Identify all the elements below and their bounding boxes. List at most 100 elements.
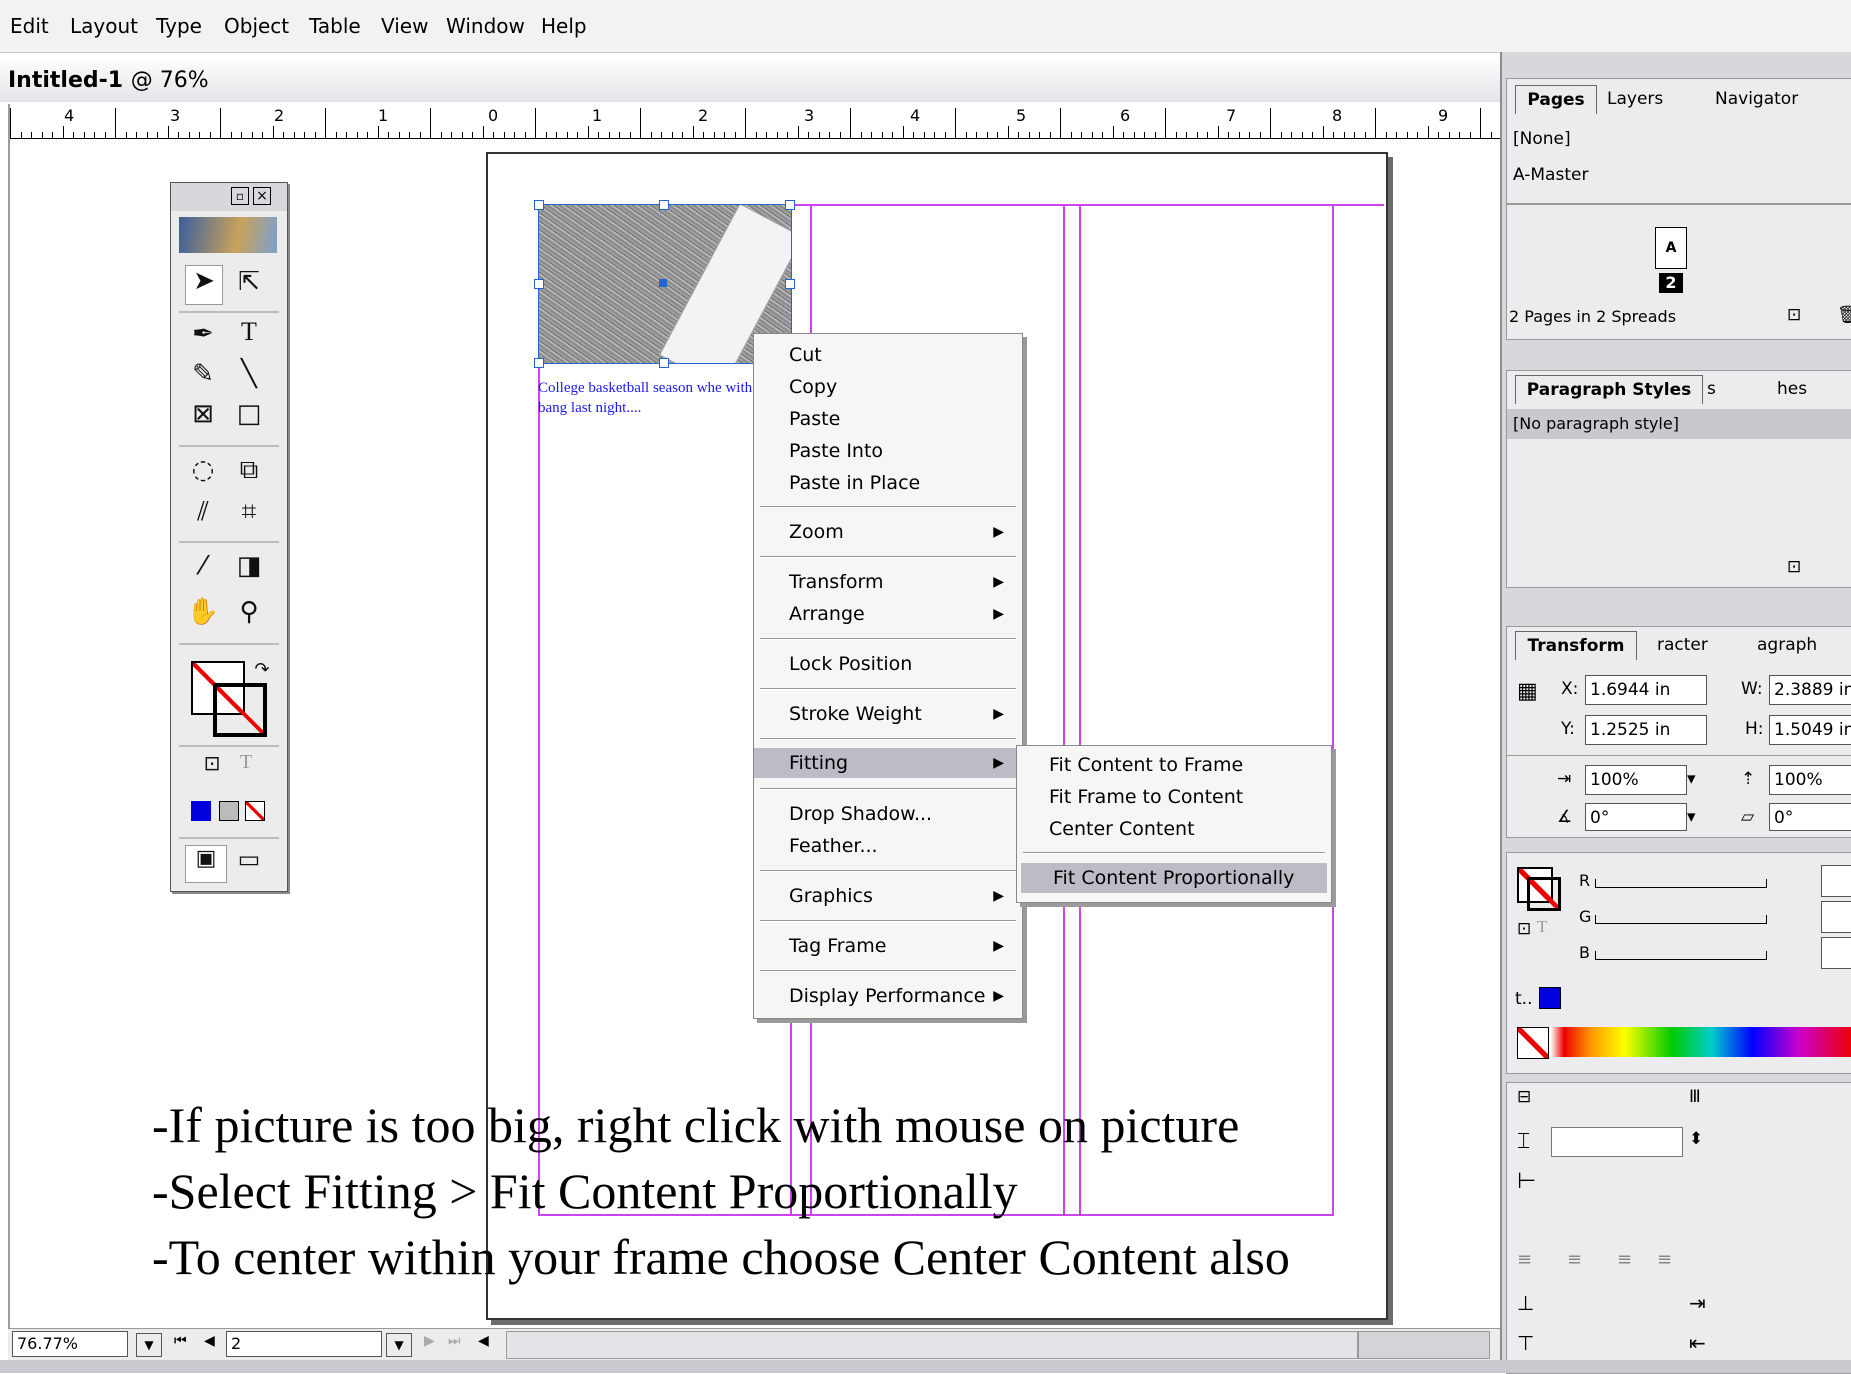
shear-tool-icon[interactable]: ⫽ xyxy=(185,497,221,528)
menu-item-fit-frame-to-content[interactable]: Fit Frame to Content xyxy=(1017,782,1331,812)
zoom-tool-icon[interactable]: ⚲ xyxy=(231,597,267,627)
selection-handle[interactable] xyxy=(534,200,544,210)
dropdown-arrow-icon[interactable]: ▾ xyxy=(1687,807,1696,827)
tab-character-styles[interactable]: s xyxy=(1707,379,1716,399)
stroke-swatch[interactable] xyxy=(213,683,267,737)
rotate-field[interactable]: 0° xyxy=(1585,803,1687,831)
menu-item-arrange[interactable]: Arrange ▶ xyxy=(754,599,1022,629)
menu-item-drop-shadow[interactable]: Drop Shadow... xyxy=(754,799,1022,829)
text-icon[interactable]: T xyxy=(1537,917,1547,937)
zoom-field[interactable]: 76.77% xyxy=(12,1331,128,1357)
menu-item-cut[interactable]: Cut xyxy=(754,340,1022,370)
scale-tool-icon[interactable]: ⧉ xyxy=(231,455,267,486)
zoom-dropdown-icon[interactable]: ▼ xyxy=(136,1333,162,1357)
apply-color-icon[interactable] xyxy=(191,801,211,821)
tracking-icon[interactable]: ⊢ xyxy=(1517,1169,1536,1194)
horizontal-scrollbar[interactable] xyxy=(506,1331,1358,1359)
indent-left-icon[interactable]: ⇥ xyxy=(1689,1291,1706,1315)
menu-item-fitting[interactable]: Fitting ▶ xyxy=(754,748,1022,778)
first-page-icon[interactable]: ⏮ xyxy=(174,1333,187,1349)
menu-view[interactable]: View xyxy=(381,14,428,38)
menu-layout[interactable]: Layout xyxy=(70,14,138,38)
leading-field[interactable] xyxy=(1551,1127,1683,1157)
selection-handle[interactable] xyxy=(659,358,669,368)
align-center-icon[interactable]: ≡ xyxy=(1567,1249,1582,1270)
normal-view-icon[interactable]: ▣ xyxy=(185,845,227,883)
stroke-swatch[interactable] xyxy=(1527,877,1561,911)
gradient-tool-icon[interactable]: ◨ xyxy=(231,551,267,581)
h-field[interactable]: 1.5049 in xyxy=(1769,715,1851,745)
page-dropdown-icon[interactable]: ▼ xyxy=(386,1333,412,1357)
menu-item-zoom[interactable]: Zoom ▶ xyxy=(754,517,1022,547)
menu-item-lock-position[interactable]: Lock Position xyxy=(754,649,1022,679)
scale-x-field[interactable]: 100% xyxy=(1585,765,1687,795)
rectangle-frame-tool-icon[interactable]: ⊠ xyxy=(185,399,221,429)
reference-point-icon[interactable]: ▦ xyxy=(1517,679,1538,704)
align-left-icon[interactable]: ≡ xyxy=(1517,1249,1532,1270)
menu-item-feather[interactable]: Feather... xyxy=(754,831,1022,861)
new-page-icon[interactable]: ⊡ xyxy=(1787,305,1801,325)
x-field[interactable]: 1.6944 in xyxy=(1585,675,1707,705)
master-a[interactable]: A-Master xyxy=(1513,165,1588,185)
free-transform-tool-icon[interactable]: ⌗ xyxy=(231,497,267,528)
pen-tool-icon[interactable]: ✒ xyxy=(185,319,221,349)
selection-handle[interactable] xyxy=(785,200,795,210)
trash-icon[interactable]: 🗑 xyxy=(1837,305,1851,325)
page-thumbnail[interactable]: A xyxy=(1655,227,1687,269)
gutter-icon[interactable]: Ⅲ xyxy=(1689,1087,1701,1107)
menu-item-center-content[interactable]: Center Content xyxy=(1017,814,1331,844)
selection-handle[interactable] xyxy=(534,279,544,289)
menu-item-transform[interactable]: Transform ▶ xyxy=(754,567,1022,597)
container-icon[interactable]: ⊡ xyxy=(201,751,223,775)
menu-window[interactable]: Window xyxy=(446,14,525,38)
selection-handle[interactable] xyxy=(534,358,544,368)
scale-y-field[interactable]: 100% xyxy=(1769,765,1851,795)
scroll-left-icon[interactable]: ◀ xyxy=(478,1333,489,1349)
last-page-icon[interactable]: ⏭ xyxy=(448,1333,461,1349)
selection-tool-icon[interactable]: ➤ xyxy=(185,265,223,305)
columns-icon[interactable]: ⊟ xyxy=(1517,1087,1531,1107)
hand-tool-icon[interactable]: ✋ xyxy=(185,597,221,627)
apply-gradient-icon[interactable] xyxy=(219,801,239,821)
type-tool-icon[interactable]: T xyxy=(231,317,267,347)
horizontal-ruler[interactable]: 4 3 2 1 0 1 2 3 4 5 6 7 8 9 xyxy=(10,104,1576,139)
minimize-icon[interactable]: ▫ xyxy=(231,187,249,205)
space-before-icon[interactable]: ⊥ xyxy=(1517,1291,1534,1315)
tab-navigator[interactable]: Navigator xyxy=(1715,89,1798,109)
tab-transform[interactable]: Transform xyxy=(1515,631,1637,660)
selection-handle[interactable] xyxy=(785,279,795,289)
space-after-icon[interactable]: ⊤ xyxy=(1517,1331,1534,1355)
rectangle-tool-icon[interactable]: □ xyxy=(231,399,267,429)
menu-help[interactable]: Help xyxy=(541,14,587,38)
red-slider[interactable] xyxy=(1595,879,1767,888)
menu-item-copy[interactable]: Copy xyxy=(754,372,1022,402)
selection-handle[interactable] xyxy=(659,200,669,210)
caption-text[interactable]: College basketball season whe with a ban… xyxy=(538,378,768,418)
menu-item-display-performance[interactable]: Display Performance ▶ xyxy=(754,981,1022,1011)
menu-item-stroke-weight[interactable]: Stroke Weight ▶ xyxy=(754,699,1022,729)
blue-slider[interactable] xyxy=(1595,951,1767,960)
indent-right-icon[interactable]: ⇤ xyxy=(1689,1331,1706,1355)
next-page-icon[interactable]: ▶ xyxy=(424,1333,435,1349)
stepper-icon[interactable]: ⬍ xyxy=(1689,1129,1703,1149)
dropdown-arrow-icon[interactable]: ▾ xyxy=(1687,769,1696,789)
leading-icon[interactable]: ⌶ xyxy=(1517,1129,1530,1154)
menu-item-tag-frame[interactable]: Tag Frame ▶ xyxy=(754,931,1022,961)
blue-swatch[interactable] xyxy=(1539,987,1561,1009)
apply-none-icon[interactable] xyxy=(245,801,265,821)
close-icon[interactable]: × xyxy=(253,187,271,205)
menu-item-graphics[interactable]: Graphics ▶ xyxy=(754,881,1022,911)
page-field[interactable]: 2 xyxy=(226,1331,382,1357)
menu-object[interactable]: Object xyxy=(224,14,289,38)
preview-mode-icon[interactable]: ▭ xyxy=(231,845,267,873)
y-field[interactable]: 1.2525 in xyxy=(1585,715,1707,745)
green-slider[interactable] xyxy=(1595,915,1767,924)
eyedropper-tool-icon[interactable]: ⁄ xyxy=(185,551,221,581)
green-field[interactable] xyxy=(1821,901,1851,933)
adobe-logo-icon[interactable] xyxy=(179,217,277,253)
scrollbar-track[interactable] xyxy=(1358,1331,1490,1359)
menu-type[interactable]: Type xyxy=(156,14,202,38)
menu-item-fit-content-proportionally[interactable]: Fit Content Proportionally xyxy=(1021,863,1327,893)
red-field[interactable] xyxy=(1821,865,1851,897)
menu-item-paste-into[interactable]: Paste Into xyxy=(754,436,1022,466)
